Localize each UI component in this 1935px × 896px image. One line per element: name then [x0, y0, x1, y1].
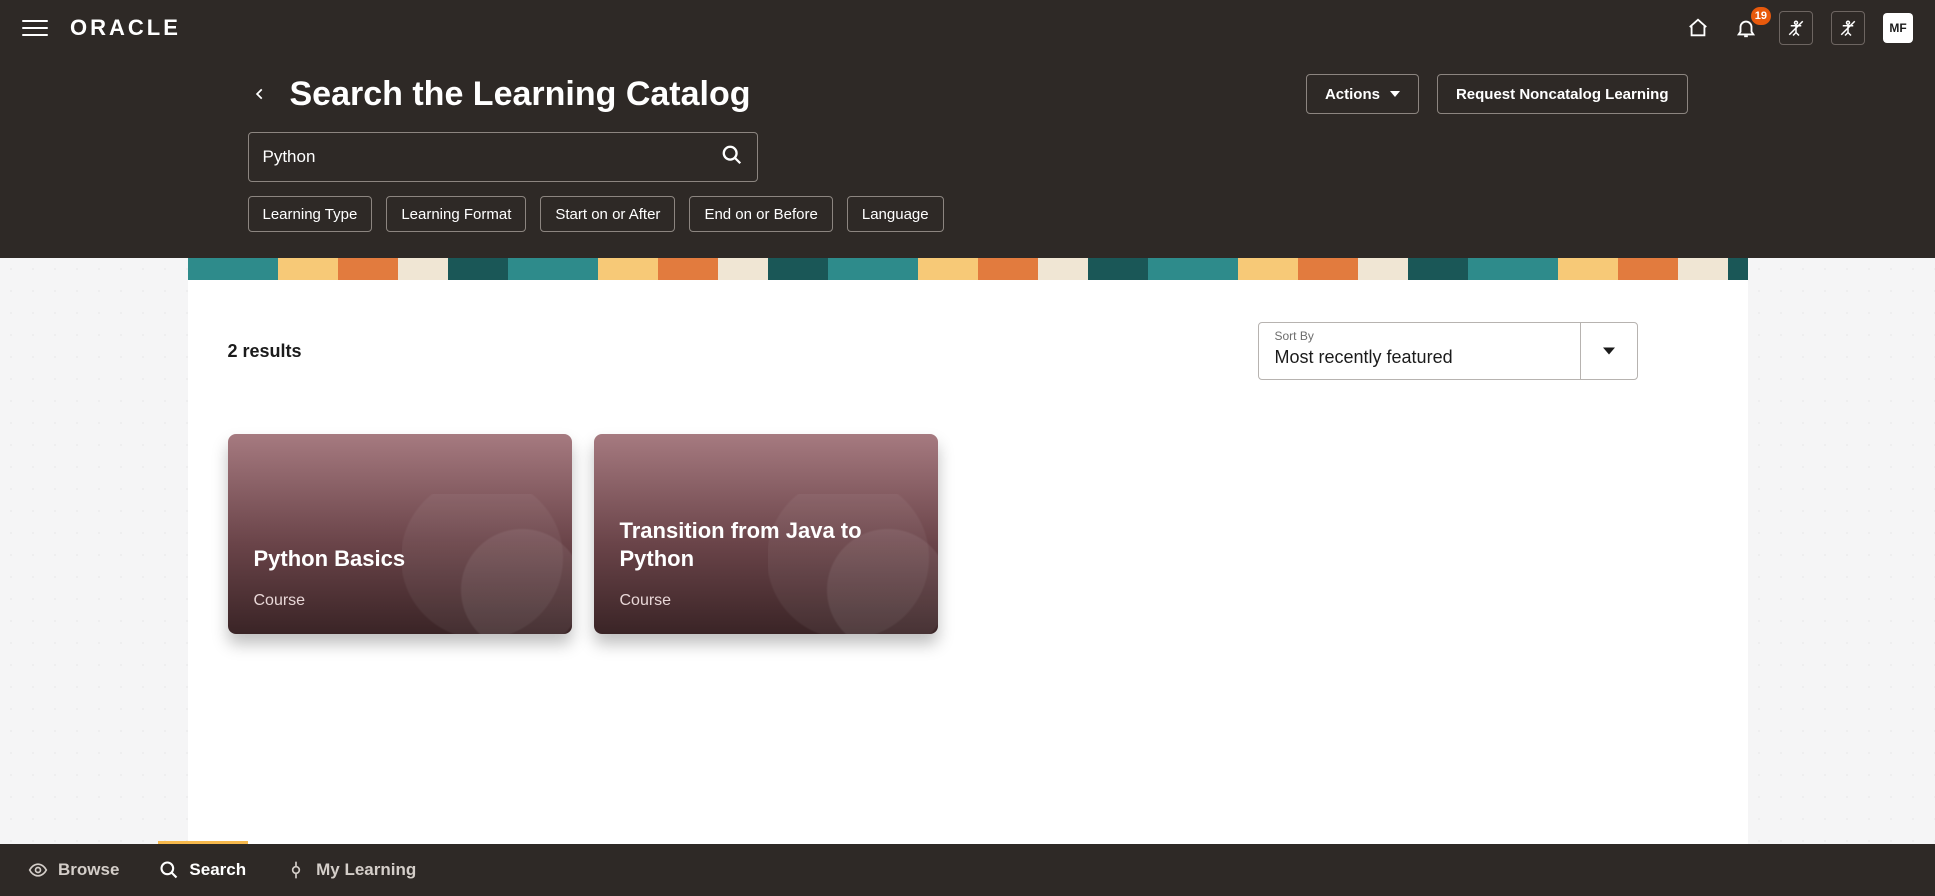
nav-my-learning-label: My Learning: [316, 860, 416, 880]
actions-button-label: Actions: [1325, 86, 1380, 103]
card-type: Course: [254, 592, 546, 610]
chevron-down-icon: [1603, 348, 1615, 355]
filter-learning-type[interactable]: Learning Type: [248, 196, 373, 232]
results-count: 2 results: [228, 341, 302, 362]
sort-label: Sort By: [1275, 329, 1314, 343]
card-title: Transition from Java to Python: [620, 517, 912, 572]
top-nav-icons: 19 MF: [1683, 11, 1913, 45]
top-nav: ORACLE 19 MF: [0, 0, 1935, 56]
content-panel: 2 results Sort By Most recently featured…: [188, 258, 1748, 844]
sort-value: Most recently featured: [1275, 347, 1453, 368]
bell-icon[interactable]: 19: [1731, 13, 1761, 43]
request-noncatalog-button[interactable]: Request Noncatalog Learning: [1437, 74, 1688, 114]
nav-browse-label: Browse: [58, 860, 119, 880]
filter-start-on-after[interactable]: Start on or After: [540, 196, 675, 232]
nav-search[interactable]: Search: [159, 860, 246, 880]
home-icon[interactable]: [1683, 13, 1713, 43]
results-grid: Python Basics Course Transition from Jav…: [188, 380, 1748, 634]
result-card[interactable]: Transition from Java to Python Course: [594, 434, 938, 634]
page-title: Search the Learning Catalog: [290, 75, 751, 114]
filter-end-on-before[interactable]: End on or Before: [689, 196, 832, 232]
nav-my-learning[interactable]: My Learning: [286, 860, 416, 880]
active-indicator: [158, 841, 248, 844]
filter-language[interactable]: Language: [847, 196, 944, 232]
accessibility-icon-2[interactable]: [1831, 11, 1865, 45]
menu-icon[interactable]: [22, 15, 48, 41]
search-box: [248, 132, 758, 182]
avatar[interactable]: MF: [1883, 13, 1913, 43]
bottom-nav: Browse Search My Learning: [0, 844, 1935, 896]
brand-logo[interactable]: ORACLE: [70, 15, 181, 41]
content-area: 2 results Sort By Most recently featured…: [0, 258, 1935, 844]
actions-button[interactable]: Actions: [1306, 74, 1419, 114]
accessibility-icon-1[interactable]: [1779, 11, 1813, 45]
filter-learning-format[interactable]: Learning Format: [386, 196, 526, 232]
decorative-strip: [188, 258, 1748, 280]
notification-badge: 19: [1751, 7, 1771, 25]
request-noncatalog-label: Request Noncatalog Learning: [1456, 86, 1669, 103]
result-card[interactable]: Python Basics Course: [228, 434, 572, 634]
card-type: Course: [620, 592, 912, 610]
search-input[interactable]: [263, 147, 721, 167]
back-icon[interactable]: [248, 82, 272, 106]
sort-select[interactable]: Sort By Most recently featured: [1258, 322, 1638, 380]
nav-search-label: Search: [189, 860, 246, 880]
card-title: Python Basics: [254, 545, 546, 573]
nav-browse[interactable]: Browse: [28, 860, 119, 880]
filter-row: Learning Type Learning Format Start on o…: [248, 196, 1688, 232]
page-header: Search the Learning Catalog Actions Requ…: [0, 56, 1935, 258]
search-icon[interactable]: [721, 144, 743, 171]
